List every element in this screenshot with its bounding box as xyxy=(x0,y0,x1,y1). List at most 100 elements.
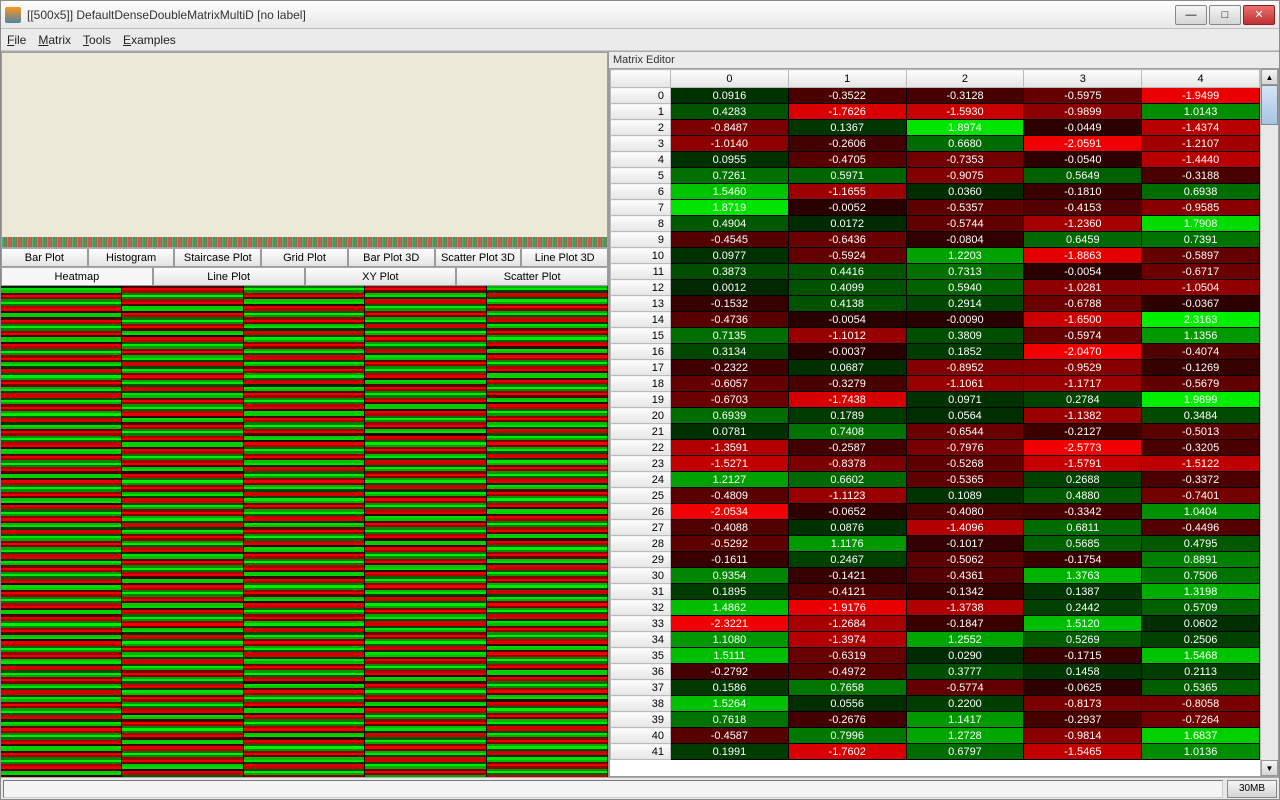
cell[interactable]: -0.0625 xyxy=(1024,680,1142,696)
cell[interactable]: -1.2107 xyxy=(1142,136,1260,152)
tab-grid-plot[interactable]: Grid Plot xyxy=(261,249,348,267)
col-header[interactable]: 2 xyxy=(906,70,1024,88)
cell[interactable]: 0.4795 xyxy=(1142,536,1260,552)
cell[interactable]: -2.3221 xyxy=(671,616,789,632)
cell[interactable]: -1.3591 xyxy=(671,440,789,456)
menu-examples[interactable]: Examples xyxy=(123,33,176,47)
row-header[interactable]: 34 xyxy=(611,632,671,648)
cell[interactable]: -1.8863 xyxy=(1024,248,1142,264)
cell[interactable]: 0.9354 xyxy=(671,568,789,584)
row-header[interactable]: 10 xyxy=(611,248,671,264)
cell[interactable]: 1.5460 xyxy=(671,184,789,200)
cell[interactable]: -0.4496 xyxy=(1142,520,1260,536)
cell[interactable]: 0.1387 xyxy=(1024,584,1142,600)
cell[interactable]: -0.4080 xyxy=(906,504,1024,520)
cell[interactable]: -0.2587 xyxy=(788,440,906,456)
cell[interactable]: -0.7401 xyxy=(1142,488,1260,504)
cell[interactable]: 0.7506 xyxy=(1142,568,1260,584)
cell[interactable]: -0.3279 xyxy=(788,376,906,392)
row-header[interactable]: 35 xyxy=(611,648,671,664)
cell[interactable]: -0.3342 xyxy=(1024,504,1142,520)
cell[interactable]: 0.0172 xyxy=(788,216,906,232)
cell[interactable]: 2.3163 xyxy=(1142,312,1260,328)
cell[interactable]: 0.1367 xyxy=(788,120,906,136)
cell[interactable]: 0.2688 xyxy=(1024,472,1142,488)
col-header[interactable]: 0 xyxy=(671,70,789,88)
cell[interactable]: -0.9075 xyxy=(906,168,1024,184)
cell[interactable]: -0.0090 xyxy=(906,312,1024,328)
row-header[interactable]: 41 xyxy=(611,744,671,760)
cell[interactable]: 1.7908 xyxy=(1142,216,1260,232)
cell[interactable]: -1.1717 xyxy=(1024,376,1142,392)
cell[interactable]: -0.0804 xyxy=(906,232,1024,248)
cell[interactable]: 0.3809 xyxy=(906,328,1024,344)
cell[interactable]: 0.0290 xyxy=(906,648,1024,664)
cell[interactable]: 0.5269 xyxy=(1024,632,1142,648)
cell[interactable]: -0.1532 xyxy=(671,296,789,312)
cell[interactable]: -0.5897 xyxy=(1142,248,1260,264)
cell[interactable]: 1.8974 xyxy=(906,120,1024,136)
cell[interactable]: 1.2552 xyxy=(906,632,1024,648)
row-header[interactable]: 9 xyxy=(611,232,671,248)
close-button[interactable]: ✕ xyxy=(1243,5,1275,25)
cell[interactable]: -0.6717 xyxy=(1142,264,1260,280)
row-header[interactable]: 36 xyxy=(611,664,671,680)
cell[interactable]: 0.6680 xyxy=(906,136,1024,152)
row-header[interactable]: 37 xyxy=(611,680,671,696)
row-header[interactable]: 32 xyxy=(611,600,671,616)
cell[interactable]: -0.2937 xyxy=(1024,712,1142,728)
cell[interactable]: 0.7658 xyxy=(788,680,906,696)
cell[interactable]: -0.5774 xyxy=(906,680,1024,696)
row-header[interactable]: 4 xyxy=(611,152,671,168)
cell[interactable]: 0.0602 xyxy=(1142,616,1260,632)
cell[interactable]: -0.4587 xyxy=(671,728,789,744)
cell[interactable]: 0.1089 xyxy=(906,488,1024,504)
cell[interactable]: -0.0054 xyxy=(788,312,906,328)
row-header[interactable]: 13 xyxy=(611,296,671,312)
cell[interactable]: -1.7626 xyxy=(788,104,906,120)
cell[interactable]: 0.4099 xyxy=(788,280,906,296)
cell[interactable]: 0.5685 xyxy=(1024,536,1142,552)
cell[interactable]: -1.1382 xyxy=(1024,408,1142,424)
tab-line-plot-3d[interactable]: Line Plot 3D xyxy=(521,249,608,267)
cell[interactable]: -0.5365 xyxy=(906,472,1024,488)
cell[interactable]: -1.4440 xyxy=(1142,152,1260,168)
row-header[interactable]: 11 xyxy=(611,264,671,280)
cell[interactable]: -1.1655 xyxy=(788,184,906,200)
cell[interactable]: 0.3777 xyxy=(906,664,1024,680)
cell[interactable]: -0.5357 xyxy=(906,200,1024,216)
cell[interactable]: 0.2113 xyxy=(1142,664,1260,680)
cell[interactable]: -0.8058 xyxy=(1142,696,1260,712)
cell[interactable]: 0.2467 xyxy=(788,552,906,568)
row-header[interactable]: 22 xyxy=(611,440,671,456)
scroll-up-icon[interactable]: ▲ xyxy=(1261,69,1278,85)
cell[interactable]: 1.3198 xyxy=(1142,584,1260,600)
cell[interactable]: -1.5930 xyxy=(906,104,1024,120)
cell[interactable]: -0.2127 xyxy=(1024,424,1142,440)
menu-matrix[interactable]: Matrix xyxy=(38,33,71,47)
cell[interactable]: 0.4138 xyxy=(788,296,906,312)
cell[interactable]: 0.5940 xyxy=(906,280,1024,296)
tab-bar-plot-3d[interactable]: Bar Plot 3D xyxy=(348,249,435,267)
menu-tools[interactable]: Tools xyxy=(83,33,111,47)
row-header[interactable]: 7 xyxy=(611,200,671,216)
cell[interactable]: 0.7391 xyxy=(1142,232,1260,248)
cell[interactable]: 0.5365 xyxy=(1142,680,1260,696)
row-header[interactable]: 2 xyxy=(611,120,671,136)
cell[interactable]: 0.2442 xyxy=(1024,600,1142,616)
cell[interactable]: -0.8952 xyxy=(906,360,1024,376)
cell[interactable]: 0.7313 xyxy=(906,264,1024,280)
row-header[interactable]: 39 xyxy=(611,712,671,728)
scroll-thumb[interactable] xyxy=(1261,85,1278,125)
cell[interactable]: -0.4153 xyxy=(1024,200,1142,216)
cell[interactable]: -0.0540 xyxy=(1024,152,1142,168)
row-header[interactable]: 0 xyxy=(611,88,671,104)
cell[interactable]: 0.2200 xyxy=(906,696,1024,712)
cell[interactable]: 1.8719 xyxy=(671,200,789,216)
cell[interactable]: 0.6811 xyxy=(1024,520,1142,536)
tab-xy-plot[interactable]: XY Plot xyxy=(305,268,457,286)
cell[interactable]: -0.0652 xyxy=(788,504,906,520)
cell[interactable]: 0.4904 xyxy=(671,216,789,232)
col-header[interactable]: 4 xyxy=(1142,70,1260,88)
cell[interactable]: 1.5468 xyxy=(1142,648,1260,664)
